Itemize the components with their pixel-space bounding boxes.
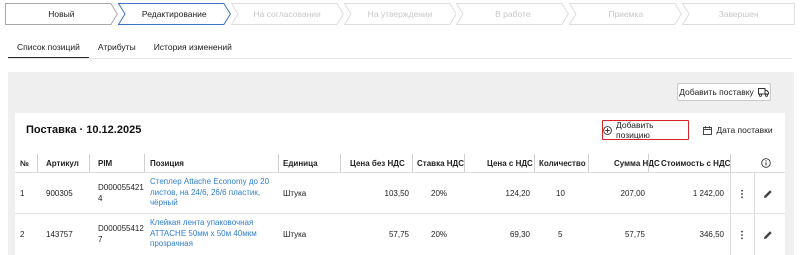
col-separator bbox=[278, 154, 279, 172]
edit-pencil-icon[interactable] bbox=[762, 188, 774, 200]
stage-approval: На согласовании bbox=[230, 3, 344, 25]
col-separator bbox=[588, 154, 589, 172]
add-position-label: Добавить позицию bbox=[616, 120, 654, 140]
row1-num: 1 bbox=[20, 189, 25, 198]
delivery-title: Поставка · 10.12.2025 bbox=[26, 124, 142, 136]
col-header-vat-sum: Сумма НДС bbox=[614, 159, 660, 168]
col-header-num: № bbox=[20, 159, 29, 168]
row2-position-link[interactable]: Клейкая лента упаковочная ATTACHE 50мм х… bbox=[150, 218, 257, 250]
row1-price-no-vat: 103,50 bbox=[384, 189, 409, 198]
plus-circle-icon bbox=[603, 125, 612, 135]
stage-acceptance: Приемка bbox=[569, 3, 683, 25]
info-icon[interactable] bbox=[760, 157, 772, 169]
add-delivery-label: Добавить поставку bbox=[679, 87, 754, 97]
stage-confirmation: На утверждении bbox=[343, 3, 457, 25]
col-header-price-vat: Цена с НДС bbox=[487, 159, 533, 168]
row-divider bbox=[15, 213, 785, 214]
col-header-article: Артикул bbox=[46, 159, 79, 168]
col-separator bbox=[89, 154, 90, 172]
col-separator bbox=[534, 154, 535, 172]
row2-article: 143757 bbox=[46, 230, 73, 239]
row1-total: 1 242,00 bbox=[692, 189, 724, 198]
stage-completed: Завершен bbox=[682, 3, 796, 25]
col-header-unit: Единица bbox=[283, 159, 318, 168]
col-separator bbox=[144, 154, 145, 172]
stage-editing: Редактирование bbox=[117, 3, 231, 25]
more-vertical-icon[interactable] bbox=[736, 188, 748, 200]
tab-history[interactable]: История изменений bbox=[145, 36, 241, 58]
tab-attributes[interactable]: Атрибуты bbox=[89, 36, 145, 58]
row2-num: 2 bbox=[20, 230, 25, 239]
calendar-icon bbox=[703, 125, 713, 135]
col-separator bbox=[648, 154, 649, 172]
stage-in-progress: В работе bbox=[456, 3, 570, 25]
row2-price-no-vat: 57,75 bbox=[388, 230, 409, 239]
col-header-qty: Количество bbox=[539, 159, 586, 168]
delivery-date-button[interactable]: Дата поставки bbox=[702, 120, 774, 140]
delivery-date-label: Дата поставки bbox=[716, 125, 773, 135]
row2-pim: D000055412 7 bbox=[98, 224, 144, 244]
col-header-vat-rate: Ставка НДС bbox=[417, 159, 464, 168]
row1-position-link[interactable]: Степлер Attache Economy до 20 листов, на… bbox=[150, 177, 269, 209]
col-separator bbox=[340, 154, 341, 172]
tabs-divider bbox=[8, 58, 792, 59]
row1-vat-sum: 207,00 bbox=[620, 189, 645, 198]
row1-qty: 10 bbox=[556, 189, 565, 198]
row1-vat-rate: 20% bbox=[431, 189, 448, 198]
truck-icon bbox=[757, 87, 769, 97]
header-divider bbox=[15, 172, 785, 173]
col-header-price-no-vat: Цена без НДС bbox=[350, 159, 405, 168]
workflow-stages: Новый Редактирование На согласовании На … bbox=[5, 3, 796, 25]
col-separator bbox=[464, 154, 465, 172]
col-header-pim: PIM bbox=[98, 159, 113, 168]
col-header-position: Позиция bbox=[150, 159, 184, 168]
tab-bar: Список позиций Атрибуты История изменени… bbox=[8, 36, 241, 59]
col-separator bbox=[730, 154, 731, 172]
col-separator bbox=[37, 154, 38, 172]
stage-new: Новый bbox=[5, 3, 118, 25]
row2-unit: Штука bbox=[283, 230, 307, 239]
row1-price-vat: 124,20 bbox=[505, 189, 530, 198]
add-delivery-button[interactable]: Добавить поставку bbox=[677, 83, 771, 101]
edit-pencil-icon[interactable] bbox=[762, 229, 774, 241]
row2-vat-sum: 57,75 bbox=[624, 230, 645, 239]
row1-pim: D000055421 4 bbox=[98, 183, 144, 203]
col-header-total: Стоимость с НДС bbox=[661, 159, 731, 168]
row2-total: 346,50 bbox=[699, 230, 724, 239]
col-separator bbox=[412, 154, 413, 172]
row1-unit: Штука bbox=[283, 189, 307, 198]
row2-qty: 5 bbox=[558, 230, 563, 239]
row2-price-vat: 69,30 bbox=[509, 230, 530, 239]
row2-vat-rate: 20% bbox=[431, 230, 448, 239]
add-position-button[interactable]: Добавить позицию bbox=[602, 120, 689, 140]
more-vertical-icon[interactable] bbox=[736, 229, 748, 241]
tab-positions[interactable]: Список позиций bbox=[8, 36, 89, 59]
row1-article: 900305 bbox=[46, 189, 73, 198]
